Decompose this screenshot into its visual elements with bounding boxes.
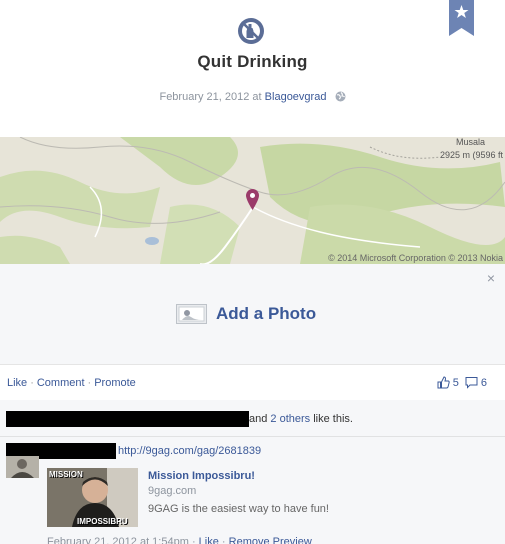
- globe-icon[interactable]: [335, 91, 346, 102]
- bookmark-star-icon[interactable]: [449, 0, 474, 36]
- comment-link[interactable]: Comment: [37, 377, 85, 389]
- separator: ·: [30, 377, 34, 389]
- map-pin-icon[interactable]: [246, 189, 259, 211]
- event-title: Quit Drinking: [197, 52, 308, 71]
- close-icon[interactable]: ×: [487, 270, 495, 286]
- promote-link[interactable]: Promote: [94, 377, 136, 389]
- map-copyright: © 2014 Microsoft Corporation © 2013 Noki…: [328, 253, 503, 263]
- preview-description: 9GAG is the easiest way to have fun!: [148, 503, 329, 515]
- like-link[interactable]: Like: [7, 377, 27, 389]
- map-elevation-label: 2925 m (9596 ft: [439, 150, 503, 160]
- add-photo-label: Add a Photo: [216, 304, 317, 323]
- comment-header: http://9gag.com/gag/2681839: [6, 443, 261, 459]
- likes-suffix: like this.: [313, 413, 353, 425]
- comment-count[interactable]: 6: [481, 377, 487, 389]
- likes-sentence: and 2 others like this.: [6, 411, 353, 427]
- location-map[interactable]: Musala 2925 m (9596 ft © 2014 Microsoft …: [0, 137, 505, 264]
- preview-thumbnail[interactable]: MISSION IMPOSSIBRU: [47, 468, 138, 527]
- comment-timestamp[interactable]: February 21, 2012 at 1:54pm: [47, 536, 189, 544]
- divider: [0, 436, 505, 437]
- avatar[interactable]: [6, 456, 39, 478]
- comment-link-url[interactable]: http://9gag.com/gag/2681839: [118, 445, 261, 457]
- event-location-link[interactable]: Blagoevgrad: [265, 91, 327, 103]
- feedback-section: and 2 others like this. http://9gag.com/…: [0, 400, 505, 544]
- no-drinking-icon: [238, 18, 264, 44]
- event-post: Quit Drinking February 21, 2012 at Blago…: [0, 0, 505, 544]
- photo-icon: [176, 304, 207, 324]
- post-actions: Like · Comment · Promote: [7, 377, 136, 389]
- add-photo-button[interactable]: Add a Photo: [176, 304, 316, 324]
- thumb-caption-bottom: IMPOSSIBRU: [77, 517, 128, 526]
- likes-and: and: [249, 413, 268, 425]
- like-count[interactable]: 5: [453, 377, 459, 389]
- add-photo-panel: × Add a Photo: [0, 264, 505, 365]
- event-at: at: [252, 91, 262, 103]
- separator: ·: [87, 377, 92, 389]
- event-date[interactable]: February 21, 2012: [159, 91, 249, 103]
- event-meta: February 21, 2012 at Blagoevgrad: [0, 91, 505, 103]
- remove-preview-link[interactable]: Remove Preview: [229, 536, 312, 544]
- thumb-caption-top: MISSION: [49, 470, 83, 479]
- separator: ·: [191, 536, 196, 544]
- map-peak-label: Musala: [455, 137, 485, 147]
- redacted-names: [6, 411, 249, 427]
- preview-title[interactable]: Mission Impossibru!: [148, 470, 255, 482]
- others-link[interactable]: 2 others: [270, 413, 310, 425]
- preview-domain: 9gag.com: [148, 485, 197, 497]
- engagement-counts: 5 6: [437, 376, 493, 389]
- comment-bubble-icon[interactable]: [465, 376, 478, 389]
- comment-footer: February 21, 2012 at 1:54pm · Like · Rem…: [47, 536, 312, 544]
- comment-like-link[interactable]: Like: [199, 536, 219, 544]
- separator: ·: [221, 536, 226, 544]
- thumbs-up-icon[interactable]: [437, 376, 450, 389]
